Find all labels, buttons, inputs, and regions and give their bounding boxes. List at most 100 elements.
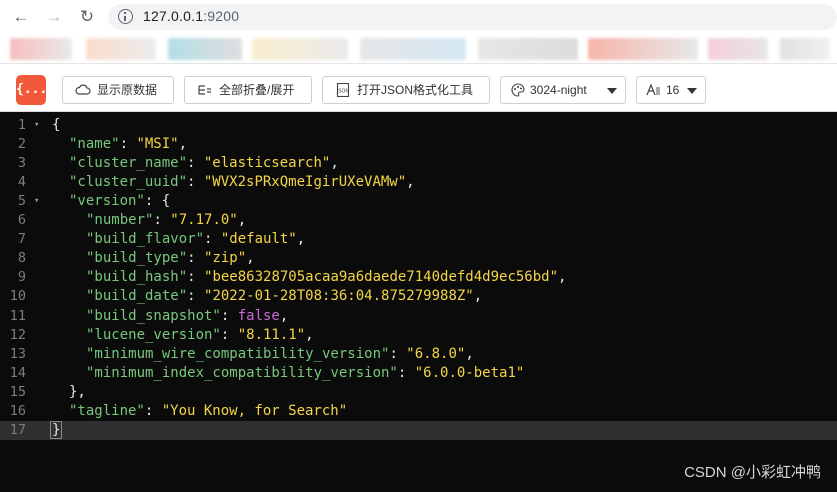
- forward-arrow-icon[interactable]: →: [45, 8, 63, 26]
- json-punctuation: ,: [279, 307, 289, 324]
- json-punctuation: }: [50, 420, 63, 439]
- collapse-expand-label: 全部折叠/展开: [219, 83, 295, 97]
- tree-icon: [198, 85, 211, 95]
- json-key: "name": [69, 136, 120, 153]
- json-punctuation: :: [389, 345, 407, 362]
- json-punctuation: :: [187, 155, 204, 172]
- json-viewer-toolbar: {...} 显示原数据 全部折叠/展开 JSON 打开JSON格式化工具 302…: [0, 64, 837, 112]
- code-content: }: [50, 420, 63, 440]
- json-string: "default": [220, 231, 297, 248]
- line-number: 8: [17, 250, 26, 267]
- code-line[interactable]: 3 "cluster_name": "elasticsearch",: [0, 154, 837, 173]
- json-punctuation: },: [69, 383, 86, 400]
- theme-select[interactable]: 3024-night: [500, 76, 626, 104]
- json-string: "WVX2sPRxQmeIgirUXeVAMw": [203, 174, 407, 191]
- json-key: "build_hash": [86, 269, 188, 286]
- json-punctuation: ,: [473, 288, 483, 305]
- csdn-watermark: CSDN @小彩虹冲鸭: [684, 464, 821, 481]
- code-content: "build_date": "2022-01-28T08:36:04.87527…: [86, 287, 482, 306]
- json-punctuation: :: [397, 364, 415, 381]
- json-punctuation: :: [119, 136, 137, 153]
- back-arrow-icon[interactable]: ←: [12, 8, 30, 26]
- code-line[interactable]: 14 "minimum_index_compatibility_version":…: [0, 364, 837, 383]
- bookmark-item[interactable]: [478, 38, 578, 60]
- url-text[interactable]: 127.0.0.1:9200: [143, 8, 239, 24]
- json-string: "bee86328705acaa9a6daede7140defd4d9ec56b…: [204, 269, 559, 286]
- show-raw-button[interactable]: 显示原数据: [62, 76, 174, 104]
- code-line[interactable]: 5 ▾ "version": {: [0, 192, 837, 211]
- bookmark-item[interactable]: [86, 38, 156, 60]
- json-string: "6.8.0": [406, 345, 466, 362]
- line-number: 5: [17, 193, 26, 210]
- code-line[interactable]: 17}: [0, 420, 837, 440]
- code-line[interactable]: 9 "build_hash": "bee86328705acaa9a6daede7…: [0, 268, 837, 287]
- font-size-select[interactable]: 16: [636, 76, 706, 104]
- json-code-view[interactable]: 1 ▾ {2 "name": "MSI", 3 "cluster_name": "elas…: [0, 113, 837, 492]
- code-content: "cluster_uuid": "WVX2sPRxQmeIgirUXeVAMw"…: [69, 173, 415, 192]
- code-line[interactable]: 1 ▾ {: [0, 116, 837, 135]
- palette-icon: [511, 83, 525, 97]
- code-content: "cluster_name": "elasticsearch",: [69, 154, 339, 173]
- bookmark-item[interactable]: [780, 38, 830, 60]
- chevron-down-icon: [607, 88, 617, 94]
- json-string: "6.0.0-beta1": [414, 364, 525, 381]
- code-line[interactable]: 12 "lucene_version": "8.11.1",: [0, 326, 837, 345]
- bookmarks-bar: [0, 34, 837, 64]
- json-punctuation: :: [187, 269, 205, 286]
- json-string: "elasticsearch": [203, 155, 331, 172]
- bookmark-item[interactable]: [708, 38, 768, 60]
- font-size-icon: [646, 83, 660, 96]
- json-key: "cluster_name": [69, 155, 188, 172]
- chevron-down-icon: [687, 88, 697, 94]
- line-number: 17: [9, 421, 26, 438]
- url-host: 127.0.0.1: [143, 8, 204, 24]
- code-line[interactable]: 7 "build_flavor": "default",: [0, 230, 837, 249]
- line-number: 15: [9, 383, 26, 400]
- fold-toggle-icon[interactable]: ▾: [34, 116, 39, 135]
- reload-icon[interactable]: ↻: [78, 8, 96, 26]
- code-line[interactable]: 15},: [0, 383, 837, 402]
- code-content: "minimum_wire_compatibility_version": "6…: [86, 345, 474, 364]
- json-key: "number": [86, 212, 154, 229]
- json-key: "lucene_version": [86, 326, 221, 343]
- code-line[interactable]: 11 "build_snapshot": false,: [0, 307, 837, 326]
- code-line[interactable]: 2 "name": "MSI",: [0, 135, 837, 154]
- info-icon[interactable]: [118, 9, 133, 24]
- json-key: "minimum_index_compatibility_version": [86, 364, 398, 381]
- svg-text:JSON: JSON: [336, 89, 350, 95]
- code-line[interactable]: 10 "build_date": "2022-01-28T08:36:04.875…: [0, 287, 837, 306]
- json-key: "build_type": [86, 250, 188, 267]
- json-punctuation: ,: [406, 174, 415, 191]
- line-number: 12: [9, 326, 26, 343]
- line-number: 10: [9, 288, 26, 305]
- collapse-expand-button[interactable]: 全部折叠/展开: [184, 76, 312, 104]
- cloud-icon: [75, 84, 91, 95]
- bookmark-item[interactable]: [168, 38, 242, 60]
- json-punctuation: ,: [237, 212, 247, 229]
- code-content: "lucene_version": "8.11.1",: [86, 326, 314, 345]
- code-line[interactable]: 13 "minimum_wire_compatibility_version": …: [0, 345, 837, 364]
- code-line[interactable]: 6 "number": "7.17.0",: [0, 211, 837, 230]
- code-line[interactable]: 8 "build_type": "zip",: [0, 249, 837, 268]
- bookmark-item[interactable]: [588, 38, 698, 60]
- bookmark-item[interactable]: [252, 38, 348, 60]
- show-raw-label: 显示原数据: [97, 83, 158, 97]
- json-boolean: false: [237, 307, 280, 324]
- json-file-icon: JSON: [336, 83, 350, 97]
- code-line[interactable]: 16 "tagline": "You Know, for Search": [0, 402, 837, 421]
- line-number: 2: [17, 136, 26, 153]
- json-punctuation: : {: [144, 193, 171, 210]
- line-number: 4: [17, 174, 26, 191]
- line-number: 11: [9, 307, 26, 324]
- code-line[interactable]: 4 "cluster_uuid": "WVX2sPRxQmeIgirUXeVAMw…: [0, 173, 837, 192]
- bookmark-item[interactable]: [10, 38, 72, 60]
- fold-toggle-icon[interactable]: ▾: [34, 192, 39, 211]
- json-punctuation: :: [204, 231, 221, 248]
- json-punctuation: ,: [178, 136, 188, 153]
- json-punctuation: ,: [465, 345, 474, 362]
- line-number: 16: [9, 402, 26, 419]
- bookmark-item[interactable]: [360, 38, 466, 60]
- open-json-tool-button[interactable]: JSON 打开JSON格式化工具: [322, 76, 490, 104]
- json-key: "build_flavor": [86, 231, 205, 248]
- code-content: "build_flavor": "default",: [86, 230, 305, 249]
